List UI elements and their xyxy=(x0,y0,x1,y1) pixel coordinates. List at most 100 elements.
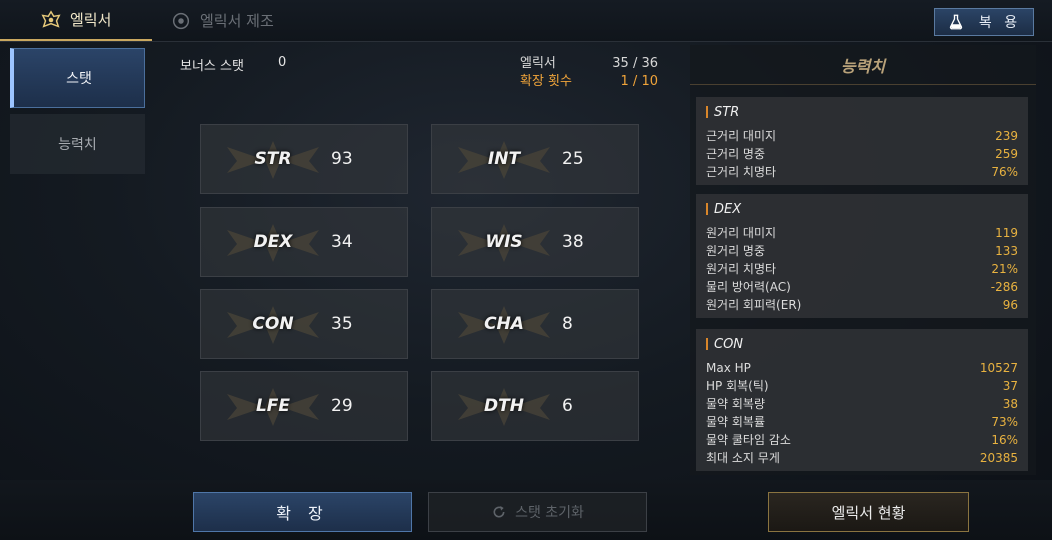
stat-value: 35 xyxy=(331,314,353,334)
ability-row: 근거리 치명타 76% xyxy=(706,163,1018,181)
ability-value: 20385 xyxy=(979,451,1018,465)
section-header: STR xyxy=(706,101,1018,123)
stat-reset-button[interactable]: 스탯 초기화 xyxy=(428,492,647,532)
ability-row: 원거리 대미지 119 xyxy=(706,224,1018,242)
sidebar-item-stat[interactable]: 스탯 xyxy=(10,48,145,108)
stat-name: WIS xyxy=(485,232,523,252)
elixir-status-button[interactable]: 엘릭서 현황 xyxy=(768,492,969,532)
ability-label: 최대 소지 무게 xyxy=(706,451,780,465)
ability-label: 물약 쿨타임 감소 xyxy=(706,433,791,447)
expand-count-value: 1 / 10 xyxy=(620,74,658,89)
ability-value: 38 xyxy=(1002,397,1018,411)
elixir-status-button-label: 엘릭서 현황 xyxy=(831,503,906,522)
ability-label: 근거리 치명타 xyxy=(706,165,777,179)
ability-value: 76% xyxy=(991,165,1018,179)
stat-box-dex[interactable]: DEX 34 xyxy=(200,207,408,277)
ability-label: Max HP xyxy=(706,361,751,375)
section-header: DEX xyxy=(706,198,1018,220)
ability-label: 원거리 대미지 xyxy=(706,226,777,240)
ability-row: 원거리 명중 133 xyxy=(706,242,1018,260)
ability-row: Max HP 10527 xyxy=(706,359,1018,377)
expand-button[interactable]: 확 장 xyxy=(193,492,412,532)
top-bar: 엘릭서 엘릭서 제조 복 용 xyxy=(0,0,1052,42)
elixir-info: 엘릭서 35 / 36 확장 횟수 1 / 10 xyxy=(520,55,658,91)
stat-name: DEX xyxy=(253,232,293,252)
ability-row: 원거리 회피력(ER) 96 xyxy=(706,296,1018,314)
stat-box-cha[interactable]: CHA 8 xyxy=(431,289,639,359)
ability-value: 119 xyxy=(995,226,1018,240)
ability-panel-title: 능력치 xyxy=(690,45,1036,85)
section-title: DEX xyxy=(714,201,742,217)
stat-value: 6 xyxy=(562,396,573,416)
stat-box-con[interactable]: CON 35 xyxy=(200,289,408,359)
ability-label: 원거리 명중 xyxy=(706,244,766,258)
ability-value: 96 xyxy=(1002,298,1018,312)
restore-button[interactable]: 복 용 xyxy=(934,8,1034,36)
ability-panel: 능력치 STR 근거리 대미지 239 근거리 명중 259 근거리 치명타 76% … xyxy=(690,45,1036,475)
tab-elixir-label: 엘릭서 xyxy=(70,11,112,29)
ability-row: 최대 소지 무게 20385 xyxy=(706,449,1018,467)
ability-value: 16% xyxy=(991,433,1018,447)
ability-row: 물약 쿨타임 감소 16% xyxy=(706,431,1018,449)
ability-value: 37 xyxy=(1002,379,1018,393)
ability-label: 물리 방어력(AC) xyxy=(706,280,791,294)
stat-name: DTH xyxy=(484,396,524,416)
ability-value: 10527 xyxy=(979,361,1018,375)
tab-elixir[interactable]: 엘릭서 xyxy=(0,0,152,41)
stat-box-wis[interactable]: WIS 38 xyxy=(431,207,639,277)
stat-value: 93 xyxy=(331,149,353,169)
section-str: STR 근거리 대미지 239 근거리 명중 259 근거리 치명타 76% xyxy=(696,97,1028,185)
ability-value: 73% xyxy=(991,415,1018,429)
stat-box-lfe[interactable]: LFE 29 xyxy=(200,371,408,441)
stat-value: 29 xyxy=(331,396,353,416)
potion-flask-icon xyxy=(949,14,963,30)
elixir-count-value: 35 / 36 xyxy=(612,56,658,71)
section-header: CON xyxy=(706,333,1018,355)
bonus-stat-label: 보너스 스탯 xyxy=(180,59,244,74)
elixir-count-label: 엘릭서 xyxy=(520,56,556,71)
stat-name: STR xyxy=(254,149,292,169)
ability-label: 물약 회복량 xyxy=(706,397,766,411)
elixir-crest-icon xyxy=(41,9,61,28)
ability-label: HP 회복(틱) xyxy=(706,379,769,393)
elixir-craft-icon xyxy=(172,12,190,29)
section-con: CON Max HP 10527 HP 회복(틱) 37 물약 회복량 38 물약 회… xyxy=(696,329,1028,471)
stat-box-str[interactable]: STR 93 xyxy=(200,124,408,194)
ability-row: 원거리 치명타 21% xyxy=(706,260,1018,278)
sidebar-item-label: 능력치 xyxy=(58,137,97,153)
stat-name: CHA xyxy=(484,314,524,334)
ability-row: 물약 회복량 38 xyxy=(706,395,1018,413)
refresh-icon xyxy=(493,506,505,518)
bonus-stat-value: 0 xyxy=(277,55,287,70)
ability-value: -286 xyxy=(990,280,1018,294)
section-title: STR xyxy=(714,104,740,120)
tab-elixir-craft[interactable]: 엘릭서 제조 xyxy=(170,0,274,41)
stat-value: 8 xyxy=(562,314,573,334)
ability-label: 근거리 명중 xyxy=(706,147,766,161)
ability-value: 21% xyxy=(991,262,1018,276)
sidebar: 스탯 능력치 xyxy=(10,48,145,180)
ability-row: 물약 회복률 73% xyxy=(706,413,1018,431)
sidebar-item-label: 스탯 xyxy=(66,71,92,87)
stat-value: 38 xyxy=(562,232,584,252)
stat-name: LFE xyxy=(255,396,291,416)
stat-value: 34 xyxy=(331,232,353,252)
ability-label: 근거리 대미지 xyxy=(706,129,777,143)
expand-button-label: 확 장 xyxy=(276,504,329,523)
section-title: CON xyxy=(714,336,744,352)
ability-value: 239 xyxy=(995,129,1018,143)
tab-elixir-craft-label: 엘릭서 제조 xyxy=(200,12,274,30)
stat-box-dth[interactable]: DTH 6 xyxy=(431,371,639,441)
ability-label: 원거리 치명타 xyxy=(706,262,777,276)
ability-row: HP 회복(틱) 37 xyxy=(706,377,1018,395)
ability-label: 물약 회복률 xyxy=(706,415,766,429)
section-dex: DEX 원거리 대미지 119 원거리 명중 133 원거리 치명타 21% 물리 방… xyxy=(696,194,1028,318)
stat-box-int[interactable]: INT 25 xyxy=(431,124,639,194)
expand-count-row: 확장 횟수 1 / 10 xyxy=(520,73,658,91)
expand-count-label: 확장 횟수 xyxy=(520,74,572,89)
stat-name: INT xyxy=(487,149,521,169)
restore-button-label: 복 용 xyxy=(978,15,1022,31)
bonus-stat-info: 보너스 스탯 0 xyxy=(180,55,286,74)
ability-value: 133 xyxy=(995,244,1018,258)
sidebar-item-ability[interactable]: 능력치 xyxy=(10,114,145,174)
